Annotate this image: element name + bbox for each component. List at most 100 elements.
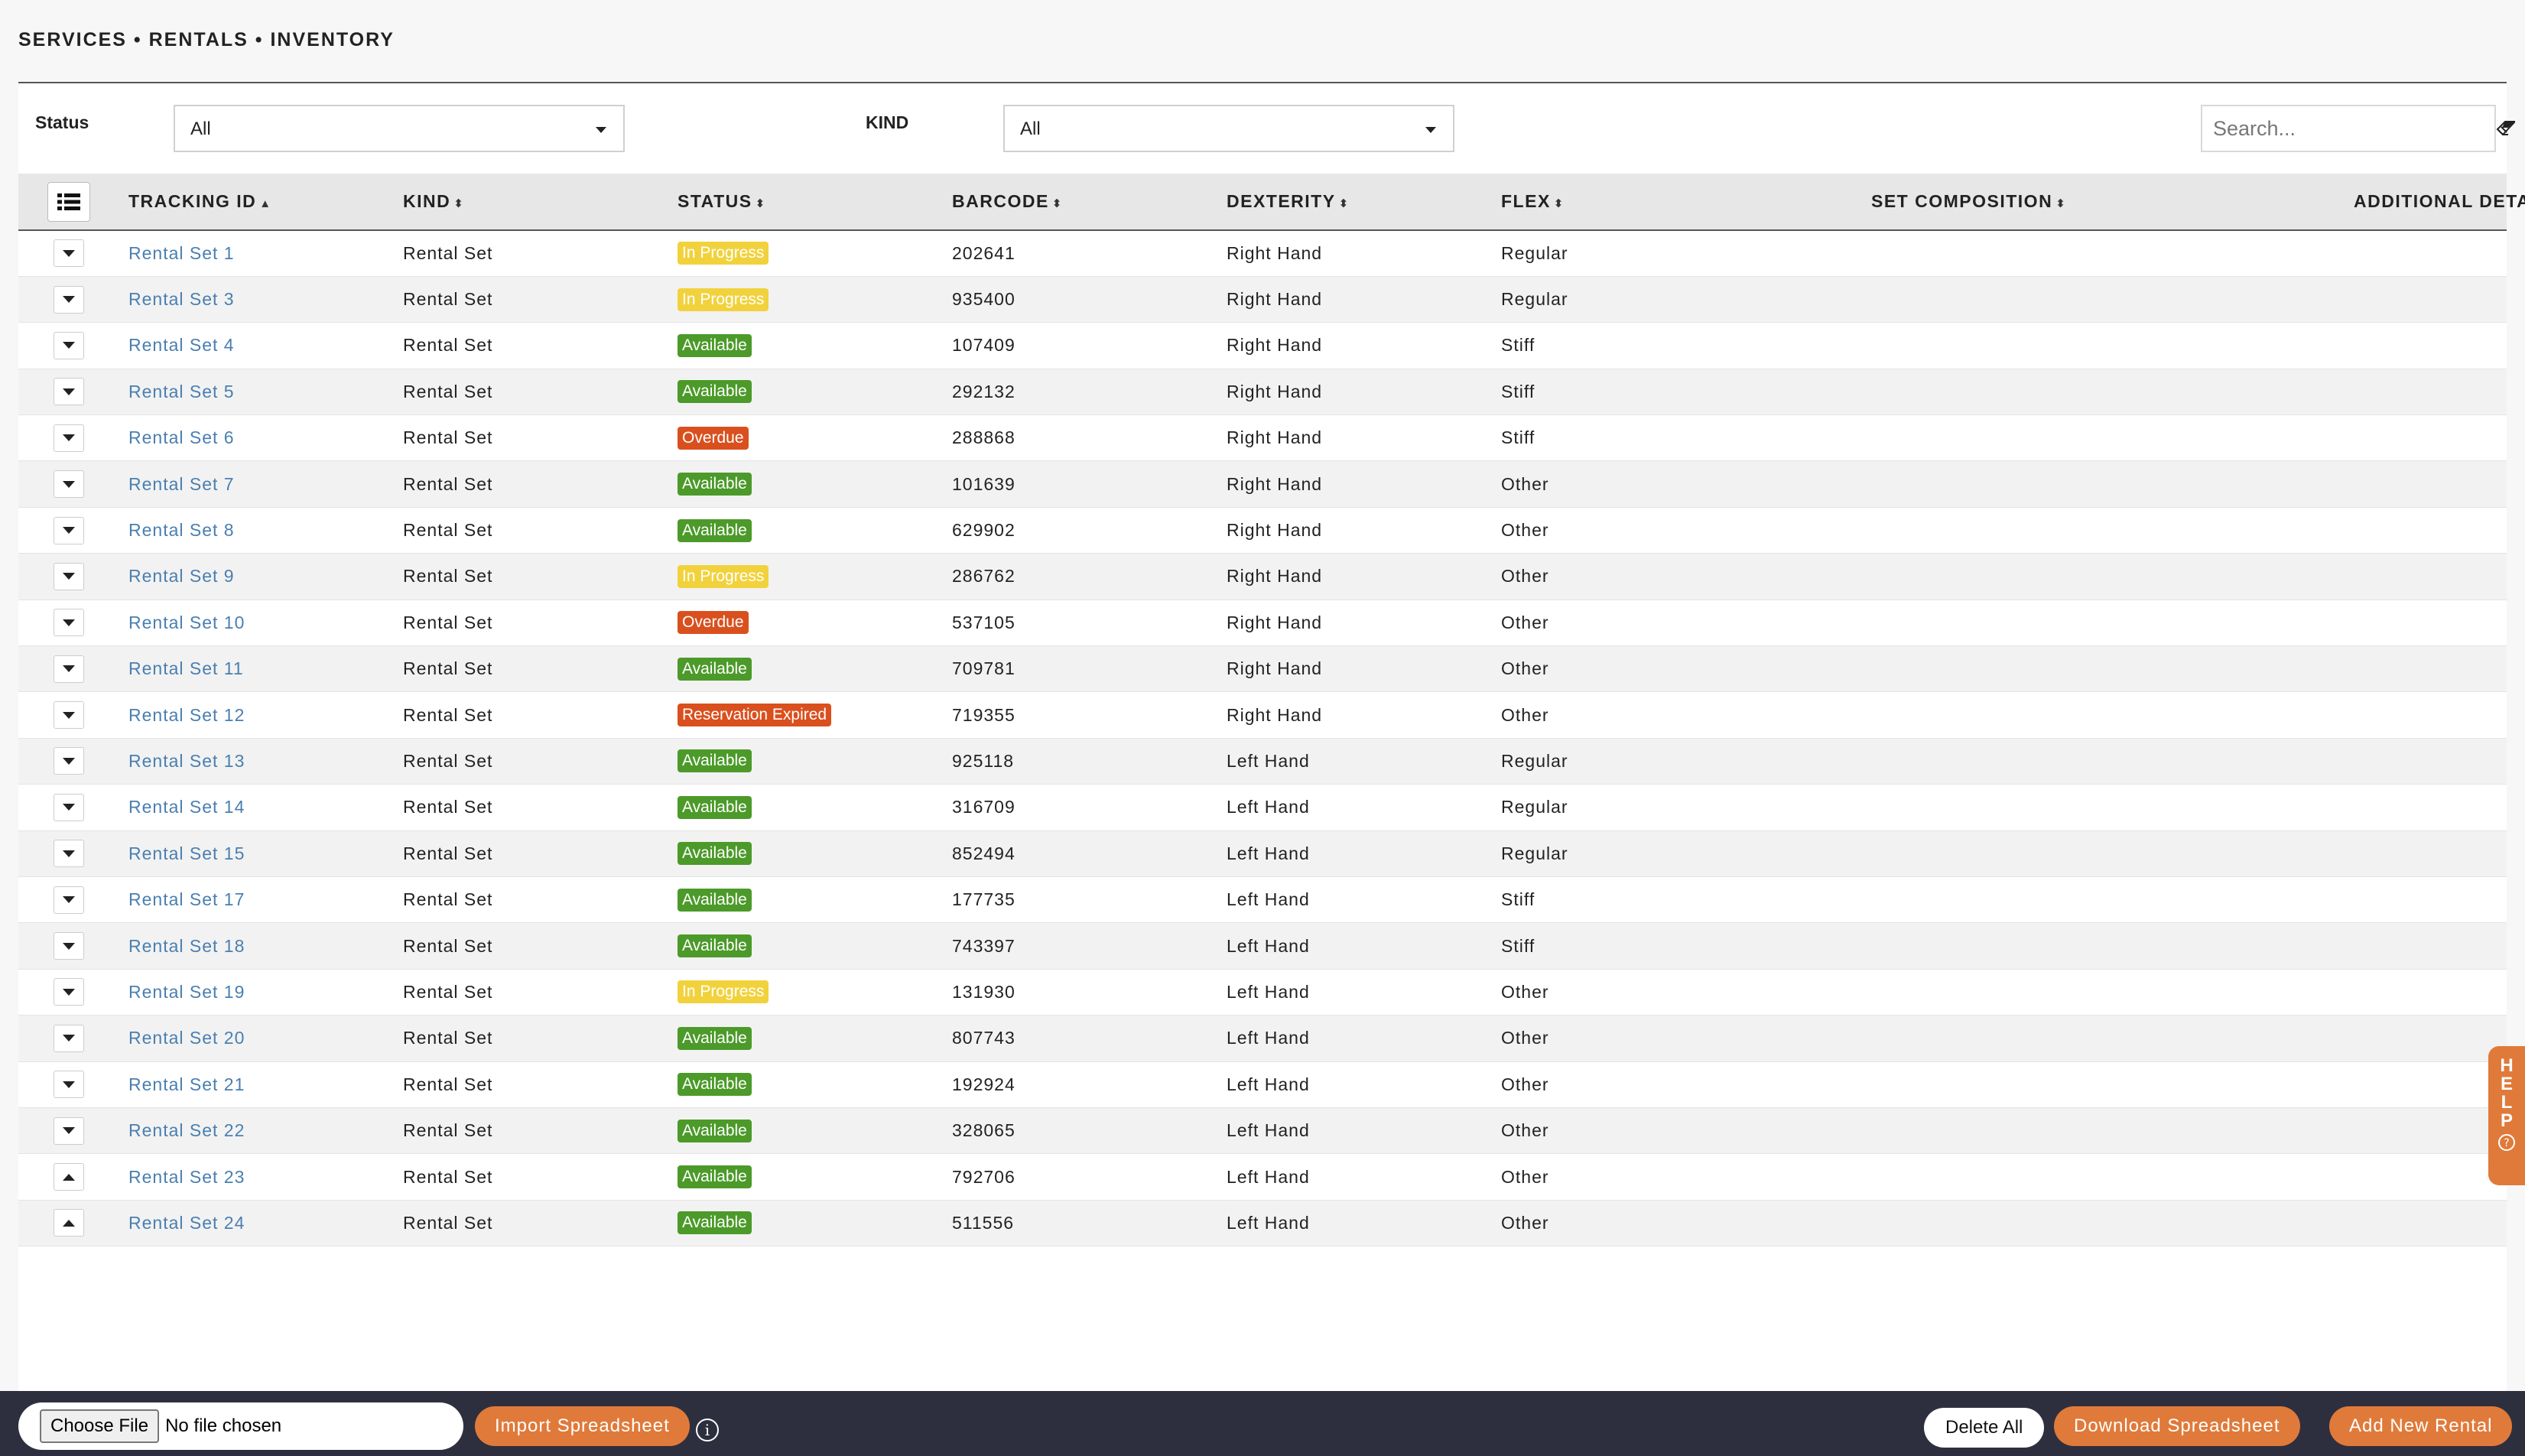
column-header-label: DEXTERITY <box>1227 191 1336 211</box>
sort-icon: ⬍ <box>755 197 766 210</box>
search-input[interactable] <box>2202 106 2494 151</box>
tracking-id-link[interactable]: Rental Set 10 <box>128 613 245 632</box>
tracking-id-link[interactable]: Rental Set 20 <box>128 1028 245 1048</box>
row-expand-toggle[interactable] <box>54 1024 84 1052</box>
row-expand-toggle[interactable] <box>54 978 84 1006</box>
tracking-id-link[interactable]: Rental Set 7 <box>128 474 235 494</box>
tracking-id-link[interactable]: Rental Set 15 <box>128 843 245 863</box>
tracking-id-link[interactable]: Rental Set 19 <box>128 982 245 1002</box>
choose-file-button[interactable]: Choose File <box>40 1409 160 1443</box>
tracking-id-link[interactable]: Rental Set 23 <box>128 1167 245 1187</box>
tracking-id-link[interactable]: Rental Set 1 <box>128 243 235 263</box>
column-header-status[interactable]: STATUS ⬍ <box>678 174 952 230</box>
caret-down-icon <box>63 850 75 857</box>
flex-cell: Stiff <box>1501 381 1535 401</box>
row-expand-toggle[interactable] <box>54 655 84 683</box>
row-expand-toggle[interactable] <box>54 793 84 821</box>
flex-cell: Other <box>1501 1166 1549 1187</box>
status-filter-select[interactable]: All <box>174 105 625 152</box>
tracking-id-link[interactable]: Rental Set 6 <box>128 427 235 447</box>
kind-cell: Rental Set <box>403 473 493 494</box>
table-row: Rental Set 20 Rental Set Available 807743 Le… <box>18 1015 2507 1062</box>
tracking-id-link[interactable]: Rental Set 9 <box>128 566 235 586</box>
svg-text:?: ? <box>2504 1137 2509 1149</box>
tracking-id-link[interactable]: Rental Set 13 <box>128 751 245 771</box>
tracking-id-link[interactable]: Rental Set 8 <box>128 520 235 540</box>
row-expand-toggle[interactable] <box>54 1071 84 1099</box>
status-badge: Available <box>678 888 752 912</box>
row-expand-toggle[interactable] <box>54 609 84 637</box>
kind-filter-select[interactable]: All <box>1003 105 1454 152</box>
tracking-id-link[interactable]: Rental Set 14 <box>128 797 245 817</box>
tracking-id-link[interactable]: Rental Set 5 <box>128 382 235 401</box>
delete-all-button[interactable]: Delete All <box>1924 1408 2045 1448</box>
caret-down-icon <box>63 388 75 395</box>
additional-details-cell <box>2354 738 2507 784</box>
tracking-id-link[interactable]: Rental Set 4 <box>128 335 235 355</box>
row-expand-toggle[interactable] <box>54 886 84 914</box>
column-header-flex[interactable]: FLEX ⬍ <box>1501 174 1871 230</box>
tracking-id-link[interactable]: Rental Set 22 <box>128 1120 245 1140</box>
tracking-id-link[interactable]: Rental Set 3 <box>128 289 235 309</box>
table-row: Rental Set 17 Rental Set Available 177735 Le… <box>18 876 2507 923</box>
barcode-cell: 328065 <box>952 1120 1016 1141</box>
additional-details-cell <box>2354 692 2507 738</box>
column-header-additional-details[interactable]: ADDITIONAL DETAILS⬍ <box>2354 174 2525 230</box>
row-expand-toggle[interactable] <box>54 470 84 499</box>
additional-details-cell <box>2354 415 2507 461</box>
status-badge: Available <box>678 1026 752 1050</box>
caret-down-icon <box>63 942 75 950</box>
sort-icon: ⬍ <box>453 197 465 210</box>
set-composition-cell <box>1871 785 2354 830</box>
row-expand-toggle[interactable] <box>54 1116 84 1145</box>
table-row: Rental Set 22 Rental Set Available 328065 Le… <box>18 1107 2507 1154</box>
tracking-id-link[interactable]: Rental Set 11 <box>128 658 244 678</box>
set-composition-cell <box>1871 1200 2354 1246</box>
row-expand-toggle[interactable] <box>54 239 84 268</box>
additional-details-cell <box>2354 646 2507 692</box>
status-badge: Available <box>678 518 752 542</box>
row-expand-toggle[interactable] <box>54 562 84 590</box>
add-new-rental-button[interactable]: Add New Rental <box>2329 1406 2513 1446</box>
column-header-dexterity[interactable]: DEXTERITY ⬍ <box>1227 174 1501 230</box>
no-file-label: No file chosen <box>165 1415 282 1436</box>
column-header-tracking-id[interactable]: TRACKING ID ▲ <box>128 174 403 230</box>
help-tab[interactable]: H E L P ? <box>2488 1046 2525 1185</box>
row-expand-toggle[interactable] <box>54 1163 84 1191</box>
row-expand-toggle[interactable] <box>54 747 84 775</box>
help-letter: E <box>2500 1074 2513 1094</box>
column-list-button[interactable] <box>47 181 90 222</box>
sort-icon: ⬍ <box>1338 197 1350 210</box>
info-icon[interactable]: i <box>696 1419 719 1441</box>
search-box <box>2201 105 2515 152</box>
eraser-icon[interactable] <box>2494 106 2516 151</box>
flex-cell: Regular <box>1501 242 1568 263</box>
dexterity-cell: Left Hand <box>1227 981 1310 1002</box>
row-expand-toggle[interactable] <box>54 516 84 544</box>
row-expand-toggle[interactable] <box>54 1209 84 1237</box>
row-expand-toggle[interactable] <box>54 840 84 868</box>
tracking-id-link[interactable]: Rental Set 17 <box>128 889 245 909</box>
barcode-cell: 107409 <box>952 335 1016 356</box>
kind-cell: Rental Set <box>403 1166 493 1187</box>
row-expand-toggle[interactable] <box>54 424 84 452</box>
column-header-barcode[interactable]: BARCODE ⬍ <box>952 174 1227 230</box>
status-badge: Available <box>678 934 752 958</box>
table-row: Rental Set 10 Rental Set Overdue 537105 Righ… <box>18 600 2507 646</box>
additional-details-cell <box>2354 1061 2507 1107</box>
download-spreadsheet-button[interactable]: Download Spreadsheet <box>2054 1406 2300 1446</box>
column-header-kind[interactable]: KIND ⬍ <box>403 174 678 230</box>
tracking-id-link[interactable]: Rental Set 21 <box>128 1074 245 1094</box>
row-expand-toggle[interactable] <box>54 331 84 359</box>
row-expand-toggle[interactable] <box>54 701 84 730</box>
row-expand-toggle[interactable] <box>54 378 84 406</box>
table-row: Rental Set 1 Rental Set In Progress 202641 R… <box>18 230 2507 277</box>
tracking-id-link[interactable]: Rental Set 24 <box>128 1213 245 1233</box>
tracking-id-link[interactable]: Rental Set 18 <box>128 936 245 956</box>
row-expand-toggle[interactable] <box>54 932 84 960</box>
row-expand-toggle[interactable] <box>54 285 84 314</box>
column-header-set-composition[interactable]: SET COMPOSITION ⬍ <box>1871 174 2354 230</box>
additional-details-cell <box>2354 600 2507 645</box>
tracking-id-link[interactable]: Rental Set 12 <box>128 705 245 725</box>
import-spreadsheet-button[interactable]: Import Spreadsheet <box>475 1406 690 1446</box>
